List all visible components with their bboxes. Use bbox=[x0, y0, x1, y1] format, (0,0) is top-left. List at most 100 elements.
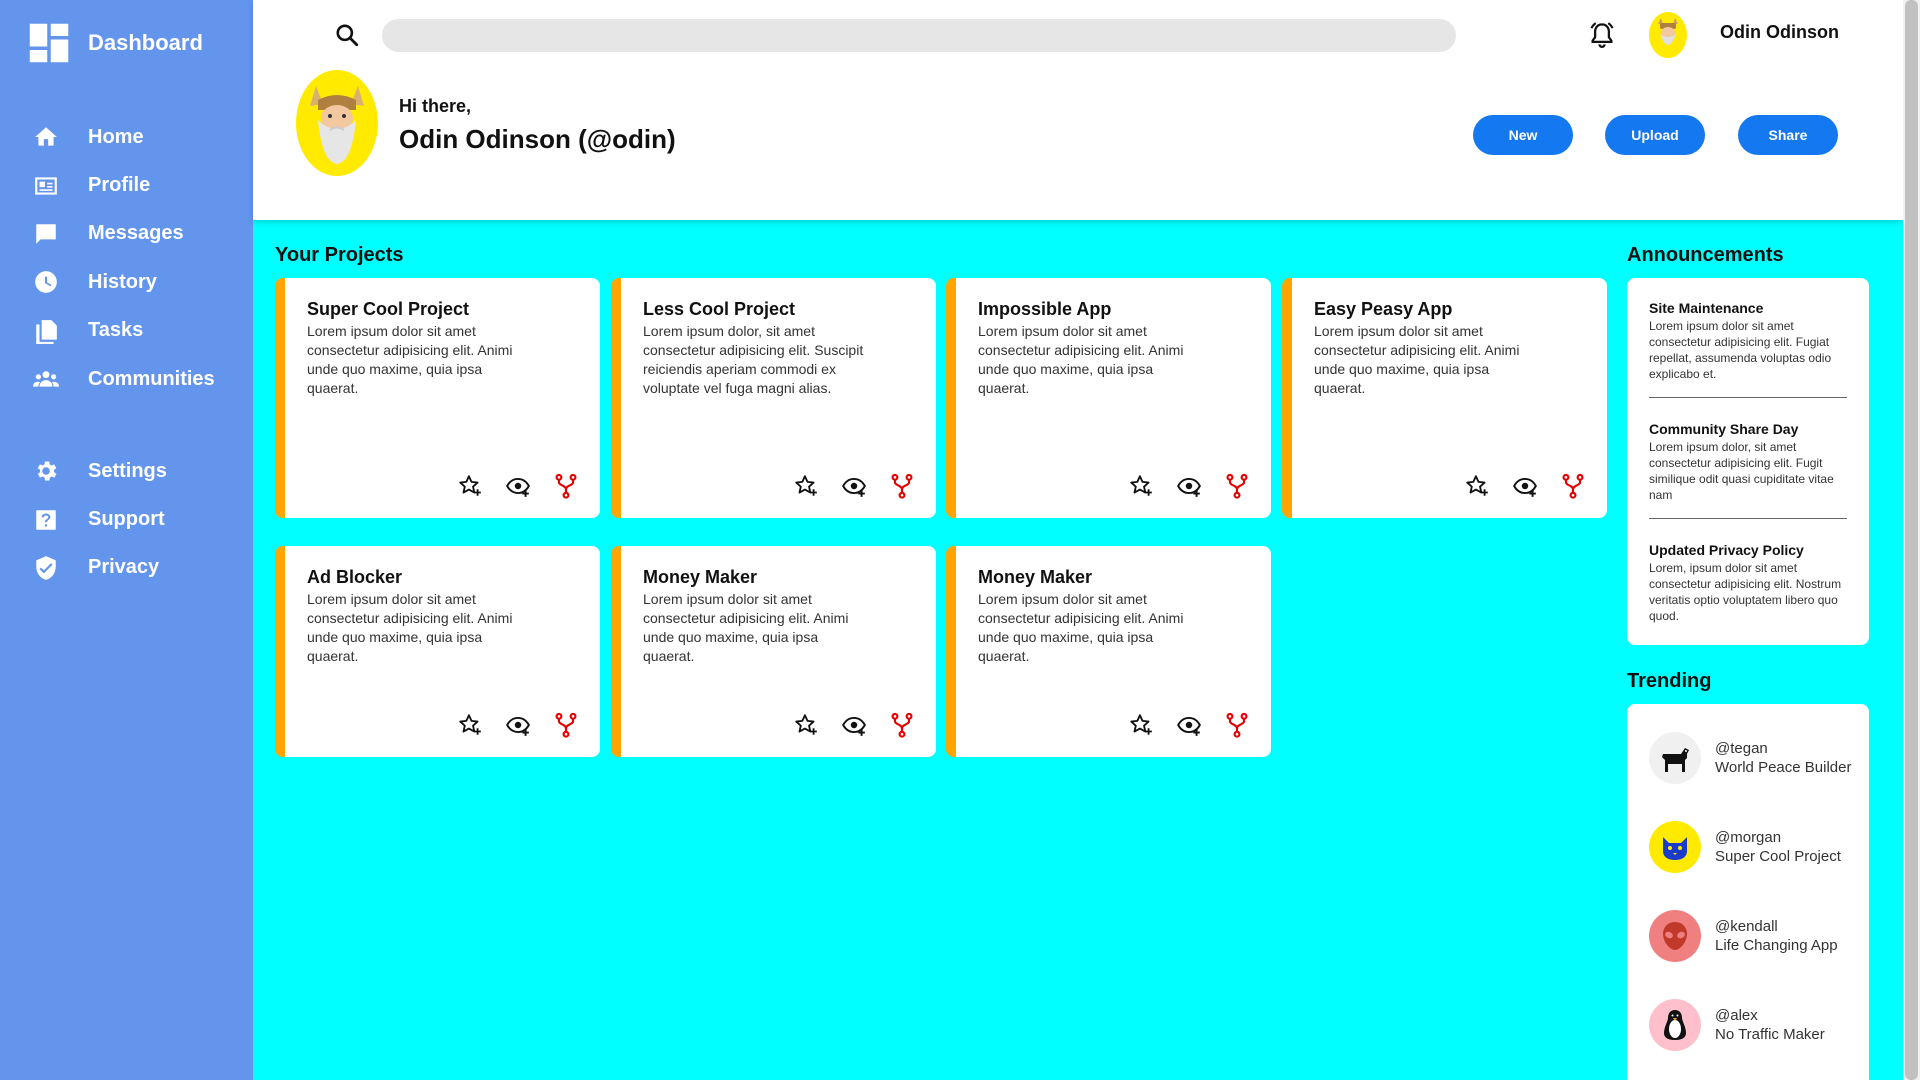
announcement-title: Site Maintenance bbox=[1649, 300, 1764, 316]
project-description: Lorem ipsum dolor sit amet consectetur a… bbox=[1314, 323, 1520, 396]
bell-icon[interactable] bbox=[1587, 20, 1617, 50]
trending-project: No Traffic Maker bbox=[1715, 1026, 1825, 1043]
fork-icon[interactable] bbox=[552, 711, 580, 739]
search-input[interactable] bbox=[382, 19, 1456, 52]
star-add-icon[interactable] bbox=[1127, 711, 1155, 739]
announcement-title: Updated Privacy Policy bbox=[1649, 542, 1804, 558]
fork-icon[interactable] bbox=[1223, 711, 1251, 739]
sidebar-item-label: Support bbox=[88, 508, 165, 531]
trending-title: Trending bbox=[1627, 670, 1712, 692]
watch-icon[interactable] bbox=[1175, 711, 1203, 739]
project-card[interactable]: Ad Blocker Lorem ipsum dolor sit amet con… bbox=[275, 546, 600, 757]
project-card[interactable]: Easy Peasy App Lorem ipsum dolor sit amet… bbox=[1282, 278, 1607, 518]
sidebar-item-label: Settings bbox=[88, 459, 167, 482]
sidebar-item-label: Communities bbox=[88, 367, 215, 390]
announcement[interactable]: Community Share Day Lorem ipsum dolor, s… bbox=[1649, 421, 1849, 503]
trending-project: Life Changing App bbox=[1715, 937, 1838, 954]
sidebar-item-messages[interactable]: Messages bbox=[0, 210, 253, 258]
trending-item[interactable]: @tegan World Peace Builder bbox=[1649, 732, 1851, 784]
project-title: Impossible App bbox=[978, 299, 1112, 319]
announcements-title: Announcements bbox=[1627, 244, 1784, 266]
trending-item[interactable]: @kendall Life Changing App bbox=[1649, 910, 1838, 962]
announcement[interactable]: Updated Privacy Policy Lorem, ipsum dolo… bbox=[1649, 542, 1849, 624]
project-card[interactable]: Super Cool Project Lorem ipsum dolor sit … bbox=[275, 278, 600, 518]
star-add-icon[interactable] bbox=[1463, 472, 1491, 500]
project-description: Lorem ipsum dolor sit amet consectetur a… bbox=[978, 323, 1184, 396]
divider bbox=[1649, 518, 1847, 519]
sidebar-item-support[interactable]: Support bbox=[0, 495, 253, 543]
project-card[interactable]: Money Maker Lorem ipsum dolor sit amet co… bbox=[946, 546, 1271, 757]
watch-icon[interactable] bbox=[504, 472, 532, 500]
watch-icon[interactable] bbox=[1511, 472, 1539, 500]
dashboard-icon bbox=[29, 23, 69, 63]
project-card[interactable]: Impossible App Lorem ipsum dolor sit amet… bbox=[946, 278, 1271, 518]
user-name[interactable]: Odin Odinson bbox=[1720, 22, 1839, 43]
star-add-icon[interactable] bbox=[792, 472, 820, 500]
project-title: Easy Peasy App bbox=[1314, 299, 1453, 319]
clock-icon bbox=[32, 268, 60, 296]
scrollbar-thumb[interactable] bbox=[1905, 0, 1918, 1080]
help-icon bbox=[32, 506, 60, 534]
fork-icon[interactable] bbox=[1223, 472, 1251, 500]
watch-icon[interactable] bbox=[504, 711, 532, 739]
new-button[interactable]: New bbox=[1473, 115, 1573, 155]
project-card[interactable]: Money Maker Lorem ipsum dolor sit amet co… bbox=[611, 546, 936, 757]
fork-icon[interactable] bbox=[552, 472, 580, 500]
star-add-icon[interactable] bbox=[456, 711, 484, 739]
fork-icon[interactable] bbox=[1559, 472, 1587, 500]
share-button[interactable]: Share bbox=[1738, 115, 1838, 155]
project-title: Money Maker bbox=[643, 567, 758, 587]
trending-handle: @alex bbox=[1715, 1007, 1758, 1024]
watch-icon[interactable] bbox=[840, 472, 868, 500]
shield-icon bbox=[32, 554, 60, 582]
fork-icon[interactable] bbox=[888, 711, 916, 739]
project-title: Super Cool Project bbox=[307, 299, 470, 319]
dog-icon bbox=[1649, 732, 1701, 784]
penguin-icon bbox=[1649, 999, 1701, 1051]
greeting: Hi there, bbox=[399, 96, 472, 116]
project-actions bbox=[1127, 472, 1251, 500]
sidebar-item-tasks[interactable]: Tasks bbox=[0, 307, 253, 355]
announcement[interactable]: Site Maintenance Lorem ipsum dolor sit a… bbox=[1649, 300, 1849, 382]
announcements-panel: Site Maintenance Lorem ipsum dolor sit a… bbox=[1627, 278, 1869, 645]
user-avatar-large bbox=[296, 70, 378, 176]
sidebar-item-label: Privacy bbox=[88, 556, 160, 579]
star-add-icon[interactable] bbox=[456, 472, 484, 500]
id-card-icon bbox=[32, 172, 60, 200]
cat-icon bbox=[1649, 821, 1701, 873]
gear-icon bbox=[32, 457, 60, 485]
star-add-icon[interactable] bbox=[792, 711, 820, 739]
documents-icon bbox=[32, 317, 60, 345]
sidebar-item-privacy[interactable]: Privacy bbox=[0, 544, 253, 592]
brand-title: Dashboard bbox=[88, 30, 203, 55]
sidebar-item-history[interactable]: History bbox=[0, 258, 253, 306]
sidebar-item-profile[interactable]: Profile bbox=[0, 161, 253, 209]
upload-button[interactable]: Upload bbox=[1605, 115, 1705, 155]
watch-icon[interactable] bbox=[840, 711, 868, 739]
trending-item[interactable]: @alex No Traffic Maker bbox=[1649, 999, 1825, 1051]
home-icon bbox=[32, 123, 60, 151]
fork-icon[interactable] bbox=[888, 472, 916, 500]
sidebar-item-home[interactable]: Home bbox=[0, 113, 253, 161]
nav-secondary: Settings Support Privacy bbox=[0, 447, 253, 592]
sidebar-item-label: Messages bbox=[88, 222, 184, 245]
project-description: Lorem ipsum dolor sit amet consectetur a… bbox=[978, 591, 1184, 664]
project-description: Lorem ipsum dolor sit amet consectetur a… bbox=[643, 591, 849, 664]
trending-project: Super Cool Project bbox=[1715, 848, 1841, 865]
projects-title: Your Projects bbox=[275, 244, 404, 266]
message-icon bbox=[32, 220, 60, 248]
search-icon[interactable] bbox=[334, 22, 360, 48]
user-handle: Odin Odinson (@odin) bbox=[399, 124, 676, 154]
sidebar-item-communities[interactable]: Communities bbox=[0, 355, 253, 403]
project-actions bbox=[1127, 711, 1251, 739]
watch-icon[interactable] bbox=[1175, 472, 1203, 500]
announcement-body: Lorem ipsum dolor sit amet consectetur a… bbox=[1649, 319, 1832, 381]
sidebar: Dashboard Home Profile Messages History … bbox=[0, 0, 253, 1080]
star-add-icon[interactable] bbox=[1127, 472, 1155, 500]
user-avatar-small[interactable] bbox=[1649, 12, 1687, 58]
sidebar-item-settings[interactable]: Settings bbox=[0, 447, 253, 495]
project-card[interactable]: Less Cool Project Lorem ipsum dolor, sit … bbox=[611, 278, 936, 518]
trending-item[interactable]: @morgan Super Cool Project bbox=[1649, 821, 1841, 873]
brand[interactable]: Dashboard bbox=[28, 22, 203, 64]
project-actions bbox=[792, 711, 916, 739]
